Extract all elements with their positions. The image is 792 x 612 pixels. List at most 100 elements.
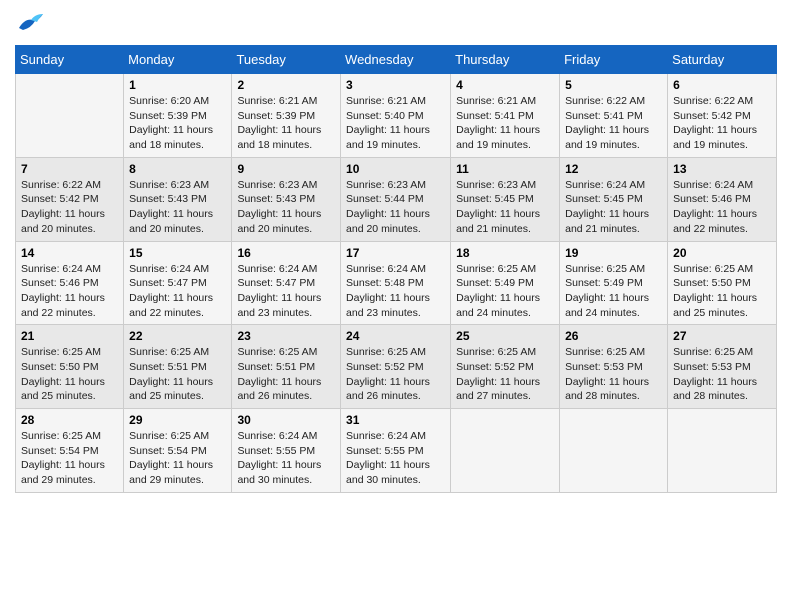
calendar-cell: 27 Sunrise: 6:25 AMSunset: 5:53 PMDaylig… — [668, 325, 777, 409]
calendar-week-row: 21 Sunrise: 6:25 AMSunset: 5:50 PMDaylig… — [16, 325, 777, 409]
day-number: 18 — [456, 246, 554, 260]
day-info: Sunrise: 6:23 AMSunset: 5:45 PMDaylight:… — [456, 178, 554, 237]
logo — [15, 10, 45, 37]
calendar-cell: 28 Sunrise: 6:25 AMSunset: 5:54 PMDaylig… — [16, 409, 124, 493]
calendar-cell: 30 Sunrise: 6:24 AMSunset: 5:55 PMDaylig… — [232, 409, 341, 493]
calendar-cell: 12 Sunrise: 6:24 AMSunset: 5:45 PMDaylig… — [560, 157, 668, 241]
day-info: Sunrise: 6:21 AMSunset: 5:39 PMDaylight:… — [237, 94, 335, 153]
calendar-cell: 8 Sunrise: 6:23 AMSunset: 5:43 PMDayligh… — [124, 157, 232, 241]
day-info: Sunrise: 6:25 AMSunset: 5:49 PMDaylight:… — [456, 262, 554, 321]
header — [15, 10, 777, 37]
calendar-cell: 5 Sunrise: 6:22 AMSunset: 5:41 PMDayligh… — [560, 74, 668, 158]
calendar-cell: 16 Sunrise: 6:24 AMSunset: 5:47 PMDaylig… — [232, 241, 341, 325]
day-number: 1 — [129, 78, 226, 92]
day-number: 16 — [237, 246, 335, 260]
calendar-cell: 17 Sunrise: 6:24 AMSunset: 5:48 PMDaylig… — [341, 241, 451, 325]
day-info: Sunrise: 6:22 AMSunset: 5:42 PMDaylight:… — [21, 178, 118, 237]
calendar-header-row: SundayMondayTuesdayWednesdayThursdayFrid… — [16, 46, 777, 74]
day-number: 8 — [129, 162, 226, 176]
calendar-cell — [560, 409, 668, 493]
logo-bird-icon — [17, 10, 45, 32]
calendar-week-row: 28 Sunrise: 6:25 AMSunset: 5:54 PMDaylig… — [16, 409, 777, 493]
day-number: 24 — [346, 329, 445, 343]
day-number: 11 — [456, 162, 554, 176]
day-info: Sunrise: 6:22 AMSunset: 5:41 PMDaylight:… — [565, 94, 662, 153]
day-number: 17 — [346, 246, 445, 260]
header-monday: Monday — [124, 46, 232, 74]
calendar-table: SundayMondayTuesdayWednesdayThursdayFrid… — [15, 45, 777, 493]
day-info: Sunrise: 6:25 AMSunset: 5:50 PMDaylight:… — [673, 262, 771, 321]
calendar-cell: 25 Sunrise: 6:25 AMSunset: 5:52 PMDaylig… — [451, 325, 560, 409]
day-info: Sunrise: 6:24 AMSunset: 5:46 PMDaylight:… — [673, 178, 771, 237]
header-saturday: Saturday — [668, 46, 777, 74]
day-info: Sunrise: 6:23 AMSunset: 5:43 PMDaylight:… — [237, 178, 335, 237]
day-info: Sunrise: 6:24 AMSunset: 5:55 PMDaylight:… — [346, 429, 445, 488]
day-number: 19 — [565, 246, 662, 260]
day-number: 6 — [673, 78, 771, 92]
calendar-cell — [16, 74, 124, 158]
day-number: 4 — [456, 78, 554, 92]
header-thursday: Thursday — [451, 46, 560, 74]
day-number: 20 — [673, 246, 771, 260]
day-number: 29 — [129, 413, 226, 427]
day-number: 12 — [565, 162, 662, 176]
day-info: Sunrise: 6:25 AMSunset: 5:51 PMDaylight:… — [129, 345, 226, 404]
day-number: 2 — [237, 78, 335, 92]
calendar-cell: 21 Sunrise: 6:25 AMSunset: 5:50 PMDaylig… — [16, 325, 124, 409]
day-info: Sunrise: 6:25 AMSunset: 5:54 PMDaylight:… — [21, 429, 118, 488]
calendar-week-row: 7 Sunrise: 6:22 AMSunset: 5:42 PMDayligh… — [16, 157, 777, 241]
calendar-cell: 13 Sunrise: 6:24 AMSunset: 5:46 PMDaylig… — [668, 157, 777, 241]
day-number: 5 — [565, 78, 662, 92]
calendar-cell: 6 Sunrise: 6:22 AMSunset: 5:42 PMDayligh… — [668, 74, 777, 158]
calendar-cell: 11 Sunrise: 6:23 AMSunset: 5:45 PMDaylig… — [451, 157, 560, 241]
calendar-cell: 2 Sunrise: 6:21 AMSunset: 5:39 PMDayligh… — [232, 74, 341, 158]
day-info: Sunrise: 6:23 AMSunset: 5:43 PMDaylight:… — [129, 178, 226, 237]
calendar-week-row: 1 Sunrise: 6:20 AMSunset: 5:39 PMDayligh… — [16, 74, 777, 158]
calendar-cell: 9 Sunrise: 6:23 AMSunset: 5:43 PMDayligh… — [232, 157, 341, 241]
calendar-cell — [668, 409, 777, 493]
header-friday: Friday — [560, 46, 668, 74]
calendar-cell: 10 Sunrise: 6:23 AMSunset: 5:44 PMDaylig… — [341, 157, 451, 241]
calendar-cell: 23 Sunrise: 6:25 AMSunset: 5:51 PMDaylig… — [232, 325, 341, 409]
day-info: Sunrise: 6:21 AMSunset: 5:40 PMDaylight:… — [346, 94, 445, 153]
day-number: 30 — [237, 413, 335, 427]
calendar-cell: 19 Sunrise: 6:25 AMSunset: 5:49 PMDaylig… — [560, 241, 668, 325]
day-number: 27 — [673, 329, 771, 343]
calendar-cell: 4 Sunrise: 6:21 AMSunset: 5:41 PMDayligh… — [451, 74, 560, 158]
day-info: Sunrise: 6:24 AMSunset: 5:46 PMDaylight:… — [21, 262, 118, 321]
day-number: 26 — [565, 329, 662, 343]
day-info: Sunrise: 6:24 AMSunset: 5:48 PMDaylight:… — [346, 262, 445, 321]
day-number: 15 — [129, 246, 226, 260]
day-info: Sunrise: 6:25 AMSunset: 5:49 PMDaylight:… — [565, 262, 662, 321]
day-number: 10 — [346, 162, 445, 176]
calendar-cell: 18 Sunrise: 6:25 AMSunset: 5:49 PMDaylig… — [451, 241, 560, 325]
day-number: 23 — [237, 329, 335, 343]
day-number: 9 — [237, 162, 335, 176]
calendar-cell — [451, 409, 560, 493]
calendar-cell: 24 Sunrise: 6:25 AMSunset: 5:52 PMDaylig… — [341, 325, 451, 409]
day-number: 14 — [21, 246, 118, 260]
calendar-cell: 20 Sunrise: 6:25 AMSunset: 5:50 PMDaylig… — [668, 241, 777, 325]
day-info: Sunrise: 6:25 AMSunset: 5:52 PMDaylight:… — [456, 345, 554, 404]
day-info: Sunrise: 6:25 AMSunset: 5:51 PMDaylight:… — [237, 345, 335, 404]
header-sunday: Sunday — [16, 46, 124, 74]
day-number: 25 — [456, 329, 554, 343]
calendar-cell: 22 Sunrise: 6:25 AMSunset: 5:51 PMDaylig… — [124, 325, 232, 409]
day-number: 28 — [21, 413, 118, 427]
header-wednesday: Wednesday — [341, 46, 451, 74]
day-number: 22 — [129, 329, 226, 343]
calendar-cell: 29 Sunrise: 6:25 AMSunset: 5:54 PMDaylig… — [124, 409, 232, 493]
day-info: Sunrise: 6:25 AMSunset: 5:53 PMDaylight:… — [565, 345, 662, 404]
day-info: Sunrise: 6:21 AMSunset: 5:41 PMDaylight:… — [456, 94, 554, 153]
day-number: 31 — [346, 413, 445, 427]
day-number: 13 — [673, 162, 771, 176]
day-info: Sunrise: 6:20 AMSunset: 5:39 PMDaylight:… — [129, 94, 226, 153]
calendar-cell: 7 Sunrise: 6:22 AMSunset: 5:42 PMDayligh… — [16, 157, 124, 241]
day-number: 3 — [346, 78, 445, 92]
calendar-cell: 31 Sunrise: 6:24 AMSunset: 5:55 PMDaylig… — [341, 409, 451, 493]
calendar-cell: 3 Sunrise: 6:21 AMSunset: 5:40 PMDayligh… — [341, 74, 451, 158]
day-number: 7 — [21, 162, 118, 176]
calendar-cell: 14 Sunrise: 6:24 AMSunset: 5:46 PMDaylig… — [16, 241, 124, 325]
calendar-week-row: 14 Sunrise: 6:24 AMSunset: 5:46 PMDaylig… — [16, 241, 777, 325]
day-info: Sunrise: 6:23 AMSunset: 5:44 PMDaylight:… — [346, 178, 445, 237]
